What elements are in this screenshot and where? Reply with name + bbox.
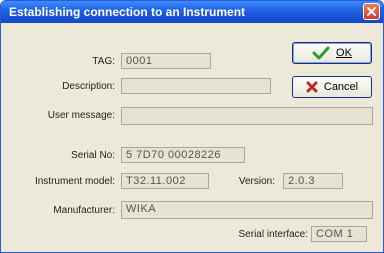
serial-no-label: Serial No: [71,150,115,161]
tag-field[interactable]: 0001 [121,53,211,69]
close-icon [367,7,376,16]
manufacturer-label: Manufacturer: [53,205,115,216]
manufacturer-field: WIKA [121,201,373,219]
ok-button[interactable]: OK [292,42,372,64]
cancel-button[interactable]: Cancel [292,76,372,98]
instrument-model-field: T32.11.002 [121,173,209,189]
checkmark-icon [312,46,330,60]
description-field[interactable] [121,78,271,94]
serial-interface-label: Serial interface: [238,229,308,240]
instrument-model-label: Instrument model: [34,176,115,187]
x-icon [306,81,318,93]
ok-label: OK [336,47,352,59]
title-bar[interactable]: Establishing connection to an Instrument [1,1,383,23]
serial-no-field: 5 7D70 00028226 [121,147,245,163]
close-button[interactable] [363,3,380,20]
window-title: Establishing connection to an Instrument [9,5,246,19]
dialog-body: TAG: 0001 Description: User message: Ser… [4,23,380,249]
version-label: Version: [238,176,275,187]
user-message-field[interactable] [121,107,373,125]
dialog-window: Establishing connection to an Instrument… [0,0,384,253]
cancel-label: Cancel [323,81,359,93]
tag-label: TAG: [92,56,115,67]
serial-interface-field: COM 1 [311,226,367,242]
version-field: 2.0.3 [283,173,343,189]
description-label: Description: [62,81,115,92]
user-message-label: User message: [47,110,115,121]
